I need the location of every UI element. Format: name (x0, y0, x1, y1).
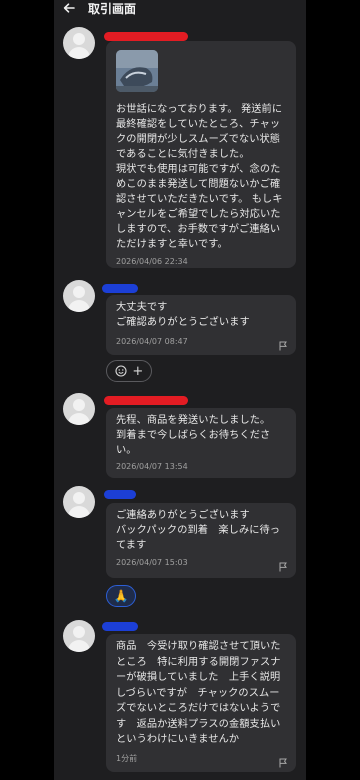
add-reaction-button[interactable]: + (106, 360, 152, 382)
message-timestamp: 2026/04/07 13:54 (116, 462, 188, 471)
smile-plus-icon (115, 362, 127, 381)
pray-reaction-badge[interactable]: 🙏 (106, 585, 136, 607)
message-timestamp: 2026/04/06 22:34 (116, 257, 188, 266)
message-bubble: お世話になっております。 発送前に最終確認をしていたところ、チャックの開閉が少し… (106, 41, 296, 268)
plus-symbol: + (132, 363, 144, 379)
message-bubble: ご連絡ありがとうございます バックパックの到着 楽しみに待ってます 2026/0… (106, 503, 296, 578)
arrow-left-icon[interactable] (58, 0, 80, 16)
report-flag-icon[interactable] (278, 557, 288, 572)
page-title: 取引画面 (88, 1, 137, 16)
message-timestamp: 2026/04/07 15:03 (116, 557, 188, 567)
message-text: 商品 今受け取り確認させて頂いたところ 特に利用する開閉ファスナーが破損していま… (116, 641, 281, 745)
message-bubble: 大丈夫です ご確認ありがとうございます 2026/04/07 08:47 (106, 295, 296, 355)
buyer-name-redaction (104, 490, 136, 499)
message-text: ご連絡ありがとうございます バックパックの到着 楽しみに待ってます (116, 510, 281, 551)
message-bubble: 商品 今受け取り確認させて頂いたところ 特に利用する開閉ファスナーが破損していま… (106, 634, 296, 772)
buyer-name-redaction (102, 622, 138, 631)
report-flag-icon[interactable] (278, 753, 288, 768)
avatar[interactable] (63, 27, 95, 59)
pray-emoji: 🙏 (113, 589, 129, 603)
avatar[interactable] (63, 620, 95, 652)
avatar[interactable] (63, 486, 95, 518)
message-text: 大丈夫です ご確認ありがとうございます (116, 302, 250, 328)
product-thumbnail[interactable] (116, 50, 158, 92)
buyer-name-redaction (102, 284, 138, 293)
avatar[interactable] (63, 393, 95, 425)
message-bubble: 先程、商品を発送いたしました。 到着まで今しばらくお待ちください。 2026/0… (106, 408, 296, 478)
chat-screen: 取引画面 お世話になっております。 発送前に最終確認をしていたところ、チャックの… (54, 0, 306, 780)
message-text: お世話になっております。 発送前に最終確認をしていたところ、チャックの開閉が少し… (116, 104, 283, 250)
message-timestamp: 2026/04/07 08:47 (116, 336, 188, 346)
seller-name-redaction (104, 396, 188, 405)
message-timestamp: 1分前 (116, 753, 138, 763)
seller-name-redaction (104, 32, 188, 41)
report-flag-icon[interactable] (278, 336, 288, 351)
header-bar: 取引画面 (54, 0, 306, 16)
message-text: 先程、商品を発送いたしました。 到着まで今しばらくお待ちください。 (116, 415, 271, 456)
avatar[interactable] (63, 280, 95, 312)
